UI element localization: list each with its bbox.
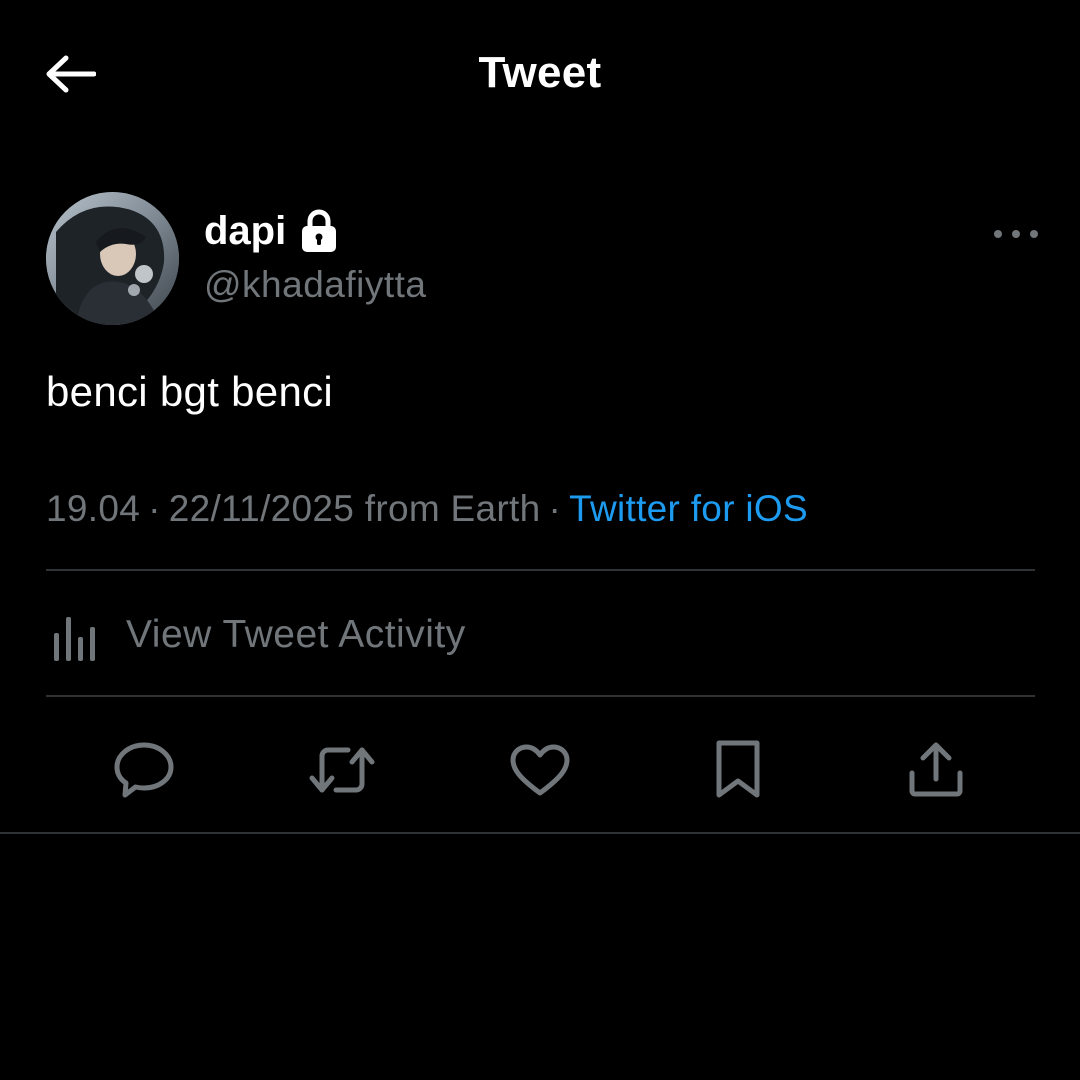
bookmark-icon	[716, 740, 760, 798]
divider	[46, 569, 1035, 571]
like-button[interactable]	[505, 735, 575, 805]
more-horizontal-icon	[994, 230, 1002, 238]
tweet-time: 19.04	[46, 488, 141, 529]
tweet-date: 22/11/2025	[168, 488, 355, 529]
handle[interactable]: @khadafiytta	[204, 264, 427, 306]
retweet-icon	[309, 747, 375, 793]
bottom-divider	[0, 832, 1080, 834]
lock-icon	[300, 209, 338, 253]
bookmark-button[interactable]	[703, 735, 773, 805]
avatar[interactable]	[46, 192, 179, 325]
author-info: dapi @khadafiytta	[204, 206, 427, 306]
reply-icon	[114, 742, 174, 798]
meta-separator: ·	[548, 488, 562, 529]
heart-icon	[510, 744, 570, 796]
tweet-source-link[interactable]: Twitter for iOS	[569, 488, 808, 529]
view-activity-button[interactable]: View Tweet Activity	[46, 590, 466, 680]
retweet-button[interactable]	[307, 735, 377, 805]
divider	[46, 695, 1035, 697]
view-activity-label: View Tweet Activity	[126, 613, 466, 656]
top-bar: Tweet	[0, 0, 1080, 150]
page-title: Tweet	[478, 48, 602, 97]
tweet-location: from Earth	[364, 488, 541, 529]
action-bar	[46, 725, 1035, 815]
display-name[interactable]: dapi	[204, 209, 286, 254]
share-icon	[909, 742, 963, 797]
meta-separator: ·	[148, 488, 161, 529]
tweet-text: benci bgt benci	[46, 368, 334, 415]
bar-chart-icon	[54, 617, 95, 661]
reply-button[interactable]	[109, 735, 179, 805]
tweet-meta: 19.04 · 22/11/2025 from Earth · Twitter for …	[46, 488, 808, 530]
share-button[interactable]	[901, 735, 971, 805]
profile-photo	[46, 192, 179, 325]
more-options-button[interactable]	[994, 224, 1038, 244]
